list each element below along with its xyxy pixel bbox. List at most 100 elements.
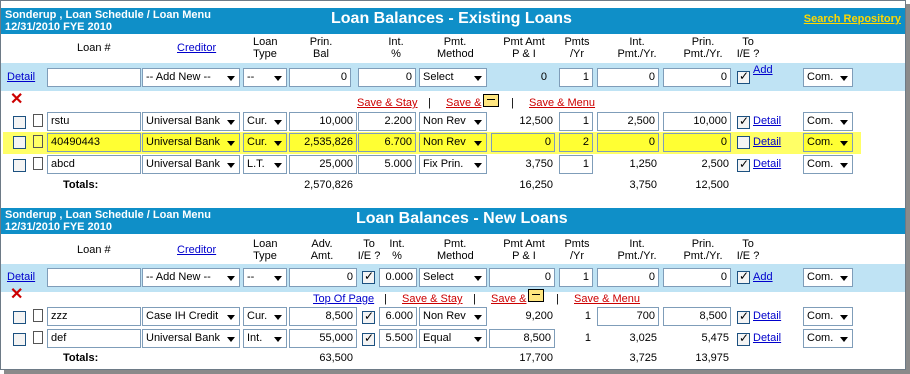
int-pmt-yr-input[interactable]: 0 [597, 268, 659, 287]
row-detail-link[interactable]: Detail [753, 158, 781, 170]
com-select[interactable]: Com. [803, 68, 853, 87]
pmt-amt-input[interactable]: 8,500 [489, 329, 555, 348]
document-icon[interactable] [33, 114, 43, 127]
folder-up-icon[interactable] [528, 289, 544, 302]
pmts-yr-input[interactable]: 1 [559, 155, 593, 174]
pmts-yr-input[interactable]: 1 [559, 112, 593, 131]
loan-type-select[interactable]: -- [243, 268, 287, 287]
prin-bal-input[interactable]: 2,535,826 [289, 133, 357, 152]
creditor-select[interactable]: Universal Bank [142, 112, 240, 131]
col-creditor-link[interactable]: Creditor [177, 244, 216, 256]
row-select-checkbox[interactable] [13, 159, 26, 172]
loan-type-select[interactable]: Cur. [243, 133, 287, 152]
prin-pmt-yr-input[interactable]: 0 [663, 68, 731, 87]
int-rate-input[interactable]: 6.700 [358, 133, 416, 152]
pmts-yr-input[interactable]: 1 [559, 68, 593, 87]
prin-pmt-yr-input[interactable]: 0 [663, 133, 731, 152]
com-select[interactable]: Com. [803, 112, 853, 131]
int-rate-input[interactable]: 6.000 [379, 307, 417, 326]
creditor-select[interactable]: -- Add New -- [142, 268, 240, 287]
int-rate-input[interactable]: 0.000 [379, 268, 417, 287]
pmt-method-select[interactable]: Equal [419, 329, 487, 348]
loan-type-select[interactable]: -- [243, 68, 287, 87]
loan-number-input[interactable]: zzz [47, 307, 141, 326]
add-row-detail-link[interactable]: Detail [7, 271, 35, 283]
save-menu-link[interactable]: Save & Menu [574, 293, 640, 305]
new-loan-number-input[interactable] [47, 68, 141, 87]
int-rate-input[interactable]: 5.000 [358, 155, 416, 174]
creditor-select[interactable]: Universal Bank [142, 329, 240, 348]
com-select[interactable]: Com. [803, 155, 853, 174]
com-select[interactable]: Com. [803, 268, 853, 287]
document-icon[interactable] [33, 331, 43, 344]
adv-amt-input[interactable]: 8,500 [289, 307, 357, 326]
int-rate-input[interactable]: 5.500 [379, 329, 417, 348]
pmt-method-select[interactable]: Fix Prin. [419, 155, 487, 174]
pmt-method-select[interactable]: Non Rev [419, 133, 487, 152]
prin-bal-input[interactable]: 0 [289, 68, 351, 87]
int-pmt-yr-input[interactable]: 0 [597, 133, 659, 152]
creditor-select[interactable]: -- Add New -- [142, 68, 240, 87]
adv-amt-input[interactable]: 55,000 [289, 329, 357, 348]
to-ie-checkbox[interactable] [737, 309, 750, 324]
add-loan-link[interactable]: Add [753, 271, 773, 283]
new-loan-number-input[interactable] [47, 268, 141, 287]
loan-number-input[interactable]: abcd [47, 155, 141, 174]
prin-pmt-yr-input[interactable]: 0 [663, 268, 731, 287]
loan-type-select[interactable]: L.T. [243, 155, 287, 174]
row-detail-link[interactable]: Detail [753, 332, 781, 344]
row-select-checkbox[interactable] [13, 136, 26, 149]
search-repository-link[interactable]: Search Repository [804, 13, 901, 25]
com-select[interactable]: Com. [803, 329, 853, 348]
save-stay-link[interactable]: Save & Stay [402, 293, 463, 305]
row-detail-link[interactable]: Detail [753, 115, 781, 127]
pmt-amt-input[interactable]: 0 [489, 268, 555, 287]
loan-number-input[interactable]: rstu [47, 112, 141, 131]
loan-type-select[interactable]: Cur. [243, 307, 287, 326]
to-ie-checkbox[interactable] [737, 269, 750, 284]
to-ie-checkbox[interactable] [737, 136, 750, 149]
int-pmt-yr-input[interactable]: 700 [597, 307, 659, 326]
loan-number-input[interactable]: 40490443 [47, 133, 141, 152]
adv-to-ie-checkbox[interactable] [362, 309, 375, 324]
row-detail-link[interactable]: Detail [753, 136, 781, 148]
top-of-page-link[interactable]: Top Of Page [313, 293, 374, 305]
save-and-folder-link[interactable]: Save & [491, 293, 526, 305]
creditor-select[interactable]: Case IH Credit [142, 307, 240, 326]
loan-type-select[interactable]: Cur. [243, 112, 287, 131]
loan-type-select[interactable]: Int. [243, 329, 287, 348]
row-detail-link[interactable]: Detail [753, 310, 781, 322]
to-ie-checkbox[interactable] [737, 157, 750, 172]
int-rate-input[interactable]: 2.200 [358, 112, 416, 131]
creditor-select[interactable]: Universal Bank [142, 155, 240, 174]
document-icon[interactable] [33, 157, 43, 170]
int-pmt-yr-input[interactable]: 2,500 [597, 112, 659, 131]
pmts-yr-input[interactable]: 2 [559, 133, 593, 152]
to-ie-checkbox[interactable] [737, 69, 750, 84]
row-select-checkbox[interactable] [13, 333, 26, 346]
pmt-method-select[interactable]: Select [419, 268, 487, 287]
document-icon[interactable] [33, 135, 43, 148]
col-creditor-link[interactable]: Creditor [177, 42, 216, 54]
int-pmt-yr-input[interactable]: 0 [597, 68, 659, 87]
adv-to-ie-checkbox[interactable] [362, 269, 375, 284]
adv-amt-input[interactable]: 0 [289, 268, 357, 287]
document-icon[interactable] [33, 309, 43, 322]
adv-to-ie-checkbox[interactable] [362, 331, 375, 346]
folder-up-icon[interactable] [483, 94, 499, 107]
save-and-folder-link[interactable]: Save & [446, 97, 481, 109]
add-loan-link[interactable]: Add [753, 64, 773, 76]
pmt-method-select[interactable]: Non Rev [419, 112, 487, 131]
delete-x-icon[interactable]: ✕ [10, 287, 23, 303]
pmts-yr-input[interactable]: 1 [559, 268, 593, 287]
add-row-detail-link[interactable]: Detail [7, 71, 35, 83]
int-rate-input[interactable]: 0 [358, 68, 416, 87]
pmt-method-select[interactable]: Select [419, 68, 487, 87]
row-select-checkbox[interactable] [13, 311, 26, 324]
delete-x-icon[interactable]: ✕ [10, 92, 23, 108]
save-menu-link[interactable]: Save & Menu [529, 97, 595, 109]
save-stay-link[interactable]: Save & Stay [357, 97, 418, 109]
creditor-select[interactable]: Universal Bank [142, 133, 240, 152]
prin-pmt-yr-input[interactable]: 8,500 [663, 307, 731, 326]
pmt-method-select[interactable]: Non Rev [419, 307, 487, 326]
